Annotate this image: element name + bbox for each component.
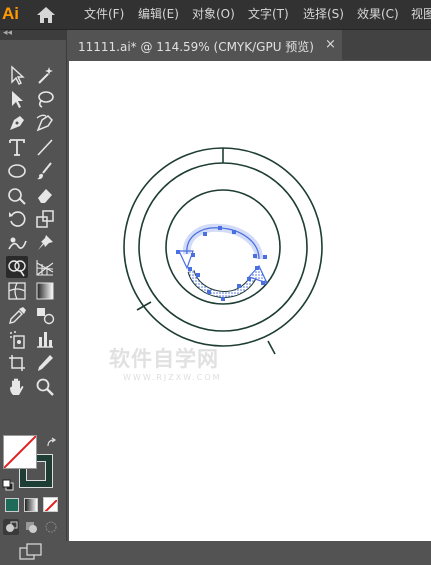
gradient-tool[interactable] <box>34 280 56 302</box>
draw-normal-button[interactable] <box>3 519 19 535</box>
mesh-tool[interactable] <box>6 280 28 302</box>
puppet-warp-tool[interactable] <box>6 232 28 254</box>
curvature-tool[interactable] <box>34 112 56 134</box>
home-icon[interactable] <box>36 6 56 24</box>
menu-select[interactable]: 选择(S) <box>303 6 344 22</box>
draw-behind-button[interactable] <box>23 519 39 535</box>
rotate-tool[interactable] <box>6 208 28 230</box>
pen-tool[interactable] <box>6 112 28 134</box>
draw-inside-button[interactable] <box>43 519 59 535</box>
document-tab-bar: 11111.ai* @ 114.59% (CMYK/GPU 预览) × <box>67 30 431 60</box>
divider-right <box>267 340 276 355</box>
watermark: 软件自学网 WWW.RJZXW.COM <box>109 343 259 383</box>
hand-tool[interactable] <box>6 376 28 398</box>
shaper-tool[interactable] <box>6 184 28 206</box>
graph-tool[interactable] <box>34 328 56 350</box>
close-icon[interactable]: × <box>325 37 336 52</box>
paintbrush-tool[interactable] <box>34 160 56 182</box>
tools-panel: ◂◂ <box>0 28 67 560</box>
line-segment-tool[interactable] <box>34 136 56 158</box>
outer-ring <box>123 147 323 347</box>
none-mode-button[interactable] <box>43 497 58 512</box>
slice-tool[interactable] <box>34 352 56 374</box>
swap-fill-stroke-icon[interactable] <box>46 434 58 447</box>
watermark-url: WWW.RJZXW.COM <box>123 373 222 382</box>
color-mode-button[interactable] <box>5 498 19 512</box>
screen-mode-icon[interactable] <box>19 543 43 561</box>
selection-tool[interactable] <box>6 64 28 86</box>
divider-left <box>136 301 152 311</box>
zoom-tool[interactable] <box>34 376 56 398</box>
menu-bar: Ai 文件(F) 编辑(E) 对象(O) 文字(T) 选择(S) 效果(C) 视… <box>0 0 431 30</box>
artwork <box>123 147 323 355</box>
document-tab-title: 11111.ai* @ 114.59% (CMYK/GPU 预览) <box>78 40 314 54</box>
watermark-text: 软件自学网 <box>109 347 219 371</box>
default-colors-icon[interactable] <box>2 476 14 491</box>
type-tool[interactable] <box>6 136 28 158</box>
collapse-icon[interactable]: ◂◂ <box>3 28 12 38</box>
toolbar-grip[interactable]: ◂◂ <box>0 28 66 40</box>
menu-type[interactable]: 文字(T) <box>248 6 289 22</box>
middle-ring <box>138 162 308 332</box>
app-logo: Ai <box>2 4 19 23</box>
magic-wand-tool[interactable] <box>34 64 56 86</box>
scale-tool[interactable] <box>34 208 56 230</box>
artboard-canvas[interactable]: 软件自学网 WWW.RJZXW.COM <box>69 61 431 541</box>
eraser-tool[interactable] <box>34 184 56 206</box>
pin-tool[interactable] <box>34 232 56 254</box>
fill-none-swatch[interactable] <box>3 435 37 469</box>
artboard-tool[interactable] <box>6 352 28 374</box>
menu-object[interactable]: 对象(O) <box>192 6 235 22</box>
perspective-grid-tool[interactable] <box>34 256 56 278</box>
menu-edit[interactable]: 编辑(E) <box>138 6 179 22</box>
blend-tool[interactable] <box>34 304 56 326</box>
shape-builder-tool[interactable] <box>6 256 28 278</box>
direct-selection-tool[interactable] <box>6 88 28 110</box>
menu-file[interactable]: 文件(F) <box>84 6 124 22</box>
lasso-tool[interactable] <box>34 88 56 110</box>
symbol-sprayer-tool[interactable] <box>6 328 28 350</box>
eyedropper-tool[interactable] <box>6 304 28 326</box>
menu-effect[interactable]: 效果(C) <box>357 6 399 22</box>
document-tab[interactable]: 11111.ai* @ 114.59% (CMYK/GPU 预览) × <box>67 30 342 60</box>
ellipse-tool[interactable] <box>6 160 28 182</box>
menu-view[interactable]: 视图 <box>411 6 431 22</box>
gradient-mode-button[interactable] <box>24 498 38 512</box>
selected-arrows <box>178 223 269 298</box>
